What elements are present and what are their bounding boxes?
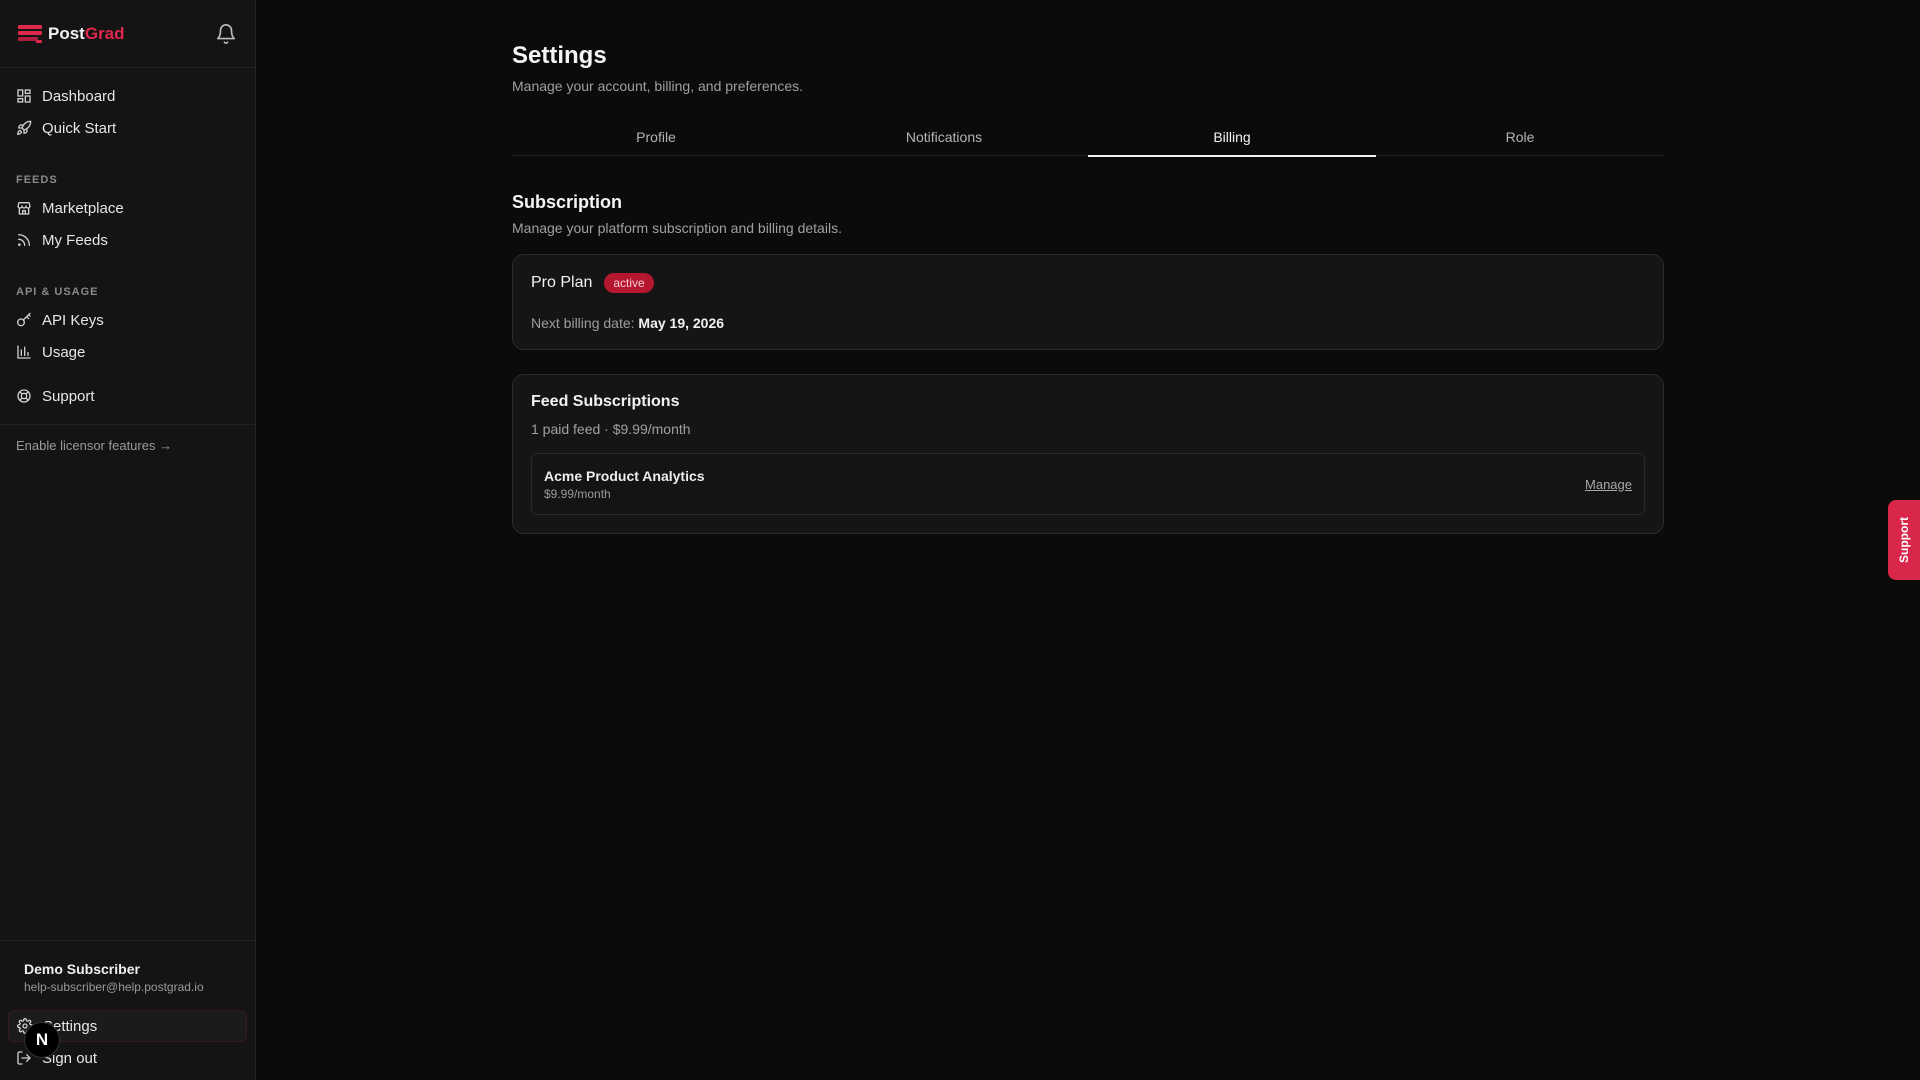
brand-row: PostGrad bbox=[0, 0, 255, 68]
subscription-subtitle: Manage your platform subscription and bi… bbox=[512, 220, 842, 236]
key-icon bbox=[17, 312, 31, 327]
sidebar-nav: Dashboard Quick Start FEEDS Marketplace … bbox=[0, 68, 255, 465]
sidebar-item-label: Marketplace bbox=[42, 199, 124, 217]
manage-link[interactable]: Manage bbox=[1585, 477, 1632, 492]
support-tab-button[interactable]: Support bbox=[1888, 500, 1920, 580]
settings-tabs: Profile Notifications Billing Role bbox=[512, 124, 1664, 157]
feed-subscriptions-title: Feed Subscriptions bbox=[531, 393, 680, 410]
sidebar-item-api-keys[interactable]: API Keys bbox=[0, 304, 255, 336]
postgrad-logo-icon bbox=[18, 24, 42, 43]
store-icon bbox=[17, 202, 31, 215]
feed-price: $9.99/month bbox=[544, 486, 611, 501]
bell-icon[interactable] bbox=[215, 23, 237, 45]
sidebar-item-support[interactable]: Support bbox=[0, 380, 255, 412]
tab-billing[interactable]: Billing bbox=[1088, 124, 1376, 157]
subscription-heading: Subscription bbox=[512, 192, 623, 212]
feed-subscriptions-summary: 1 paid feed · $9.99/month bbox=[531, 421, 691, 437]
tab-role[interactable]: Role bbox=[1376, 124, 1664, 155]
section-label-api-usage: API & USAGE bbox=[16, 286, 99, 298]
page-subtitle: Manage your account, billing, and prefer… bbox=[512, 78, 804, 94]
sidebar-item-dashboard[interactable]: Dashboard bbox=[0, 80, 255, 112]
next-billing-date: May 19, 2026 bbox=[638, 315, 725, 331]
feed-subscriptions-card: Feed Subscriptions 1 paid feed · $9.99/m… bbox=[512, 374, 1664, 534]
support-tab-label: Support bbox=[1897, 517, 1911, 563]
brand-name-part2: Grad bbox=[84, 23, 125, 43]
plan-row: Pro Plan active bbox=[531, 273, 1645, 293]
sidebar-item-sign-out[interactable]: Sign out N bbox=[8, 1022, 247, 1074]
next-billing: Next billing date: May 19, 2026 bbox=[531, 315, 1645, 331]
lifebuoy-icon bbox=[17, 389, 31, 403]
sidebar-item-label: My Feeds bbox=[42, 231, 108, 249]
tab-profile[interactable]: Profile bbox=[512, 124, 800, 155]
dev-overlay-badge[interactable]: N bbox=[24, 1022, 60, 1058]
sidebar: PostGrad Dashboard Quick Start FEEDS Mar… bbox=[0, 0, 256, 1080]
rocket-icon bbox=[17, 120, 32, 135]
dashboard-icon bbox=[17, 89, 31, 103]
sidebar-item-label: Quick Start bbox=[42, 119, 117, 137]
sidebar-item-label: Usage bbox=[42, 343, 86, 361]
tab-notifications[interactable]: Notifications bbox=[800, 124, 1088, 155]
sidebar-item-my-feeds[interactable]: My Feeds bbox=[0, 224, 255, 256]
list-item: Acme Product Analytics $9.99/month Manag… bbox=[531, 453, 1645, 515]
main-content: Settings Manage your account, billing, a… bbox=[512, 0, 1664, 534]
feed-info: Acme Product Analytics $9.99/month bbox=[544, 468, 705, 501]
sidebar-item-marketplace[interactable]: Marketplace bbox=[0, 192, 255, 224]
sidebar-item-label: Support bbox=[42, 387, 95, 405]
page-title: Settings bbox=[512, 42, 607, 69]
enable-licensor-link[interactable]: Enable licensor features → bbox=[0, 425, 255, 465]
logo[interactable]: PostGrad bbox=[18, 24, 125, 44]
feed-name: Acme Product Analytics bbox=[544, 467, 705, 484]
sidebar-item-quick-start[interactable]: Quick Start bbox=[0, 112, 255, 144]
bar-chart-icon bbox=[17, 345, 31, 359]
sidebar-item-usage[interactable]: Usage bbox=[0, 336, 255, 368]
sidebar-user-section: Demo Subscriber help-subscriber@help.pos… bbox=[0, 940, 255, 1080]
section-label-feeds: FEEDS bbox=[16, 174, 58, 186]
plan-name: Pro Plan bbox=[531, 274, 593, 291]
user-email: help-subscriber@help.postgrad.io bbox=[24, 980, 204, 994]
sidebar-item-label: Dashboard bbox=[42, 87, 116, 105]
status-badge: active bbox=[604, 273, 654, 293]
brand-name-part1: Post bbox=[48, 23, 85, 43]
rss-icon bbox=[18, 234, 30, 246]
sidebar-item-label: API Keys bbox=[42, 311, 104, 329]
plan-card: Pro Plan active Next billing date: May 1… bbox=[512, 254, 1664, 350]
next-billing-label: Next billing date: bbox=[531, 315, 635, 331]
user-name: Demo Subscriber bbox=[24, 961, 140, 977]
